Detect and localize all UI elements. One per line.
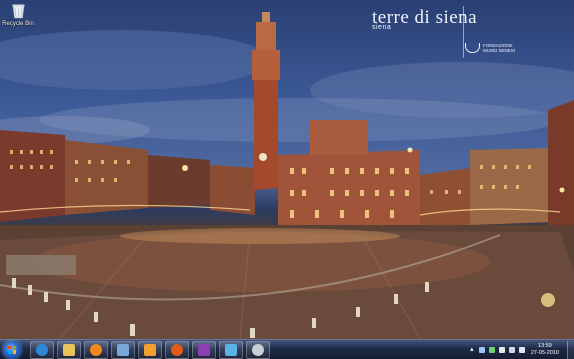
folder-icon	[63, 343, 75, 356]
show-desktop-button[interactable]	[567, 340, 574, 359]
photo-icon	[225, 343, 237, 356]
internet-explorer-icon	[36, 343, 48, 356]
taskbar-item-ie[interactable]	[30, 340, 54, 359]
media-player-icon	[90, 343, 102, 356]
volume-icon[interactable]	[518, 346, 525, 353]
taskbar-item-explorer[interactable]	[57, 340, 81, 359]
clock-time: 13:59	[538, 342, 552, 349]
ghost-icon	[252, 343, 264, 356]
taskbar-item-photos[interactable]	[219, 340, 243, 359]
outlook-icon	[144, 343, 156, 356]
clock-date: 27-05-2010	[530, 349, 559, 356]
windows-start-icon	[8, 345, 16, 354]
security-icon[interactable]	[488, 346, 495, 353]
start-button[interactable]	[3, 340, 21, 359]
brand-logo-text: FONDAZIONE MUSEI SENESI	[483, 43, 516, 53]
taskbar-item-firefox[interactable]	[165, 340, 189, 359]
taskbar-item-outlook[interactable]	[138, 340, 162, 359]
brand-logo: FONDAZIONE MUSEI SENESI	[465, 43, 519, 53]
brand-divider	[463, 6, 464, 58]
onenote-icon	[198, 343, 210, 356]
desktop[interactable]: Recycle Bin terre di siena siena FONDAZI…	[0, 0, 574, 339]
show-hidden-icons-icon[interactable]: ▲	[469, 347, 475, 353]
taskbar-item-media-player[interactable]	[84, 340, 108, 359]
taskbar-clock[interactable]: 13:59 27-05-2010	[531, 343, 559, 357]
paint-icon	[117, 343, 129, 356]
battery-icon[interactable]	[508, 346, 515, 353]
firefox-icon	[171, 343, 183, 356]
taskbar-item-paint[interactable]	[111, 340, 135, 359]
taskbar-item-onenote[interactable]	[192, 340, 216, 359]
recycle-bin-icon	[12, 4, 25, 19]
wallpaper-brand: terre di siena siena	[372, 8, 477, 32]
desktop-icon-recycle-bin[interactable]: Recycle Bin	[2, 4, 34, 27]
system-tray: ▲ 13:59 27-05-2010	[469, 340, 567, 359]
taskbar: ▲ 13:59 27-05-2010	[0, 339, 574, 359]
taskbar-item-ghost-app[interactable]	[246, 340, 270, 359]
network-icon[interactable]	[478, 346, 485, 353]
museum-logo-icon	[465, 43, 480, 53]
flag-icon[interactable]	[498, 346, 505, 353]
desktop-icon-label: Recycle Bin	[2, 21, 34, 27]
